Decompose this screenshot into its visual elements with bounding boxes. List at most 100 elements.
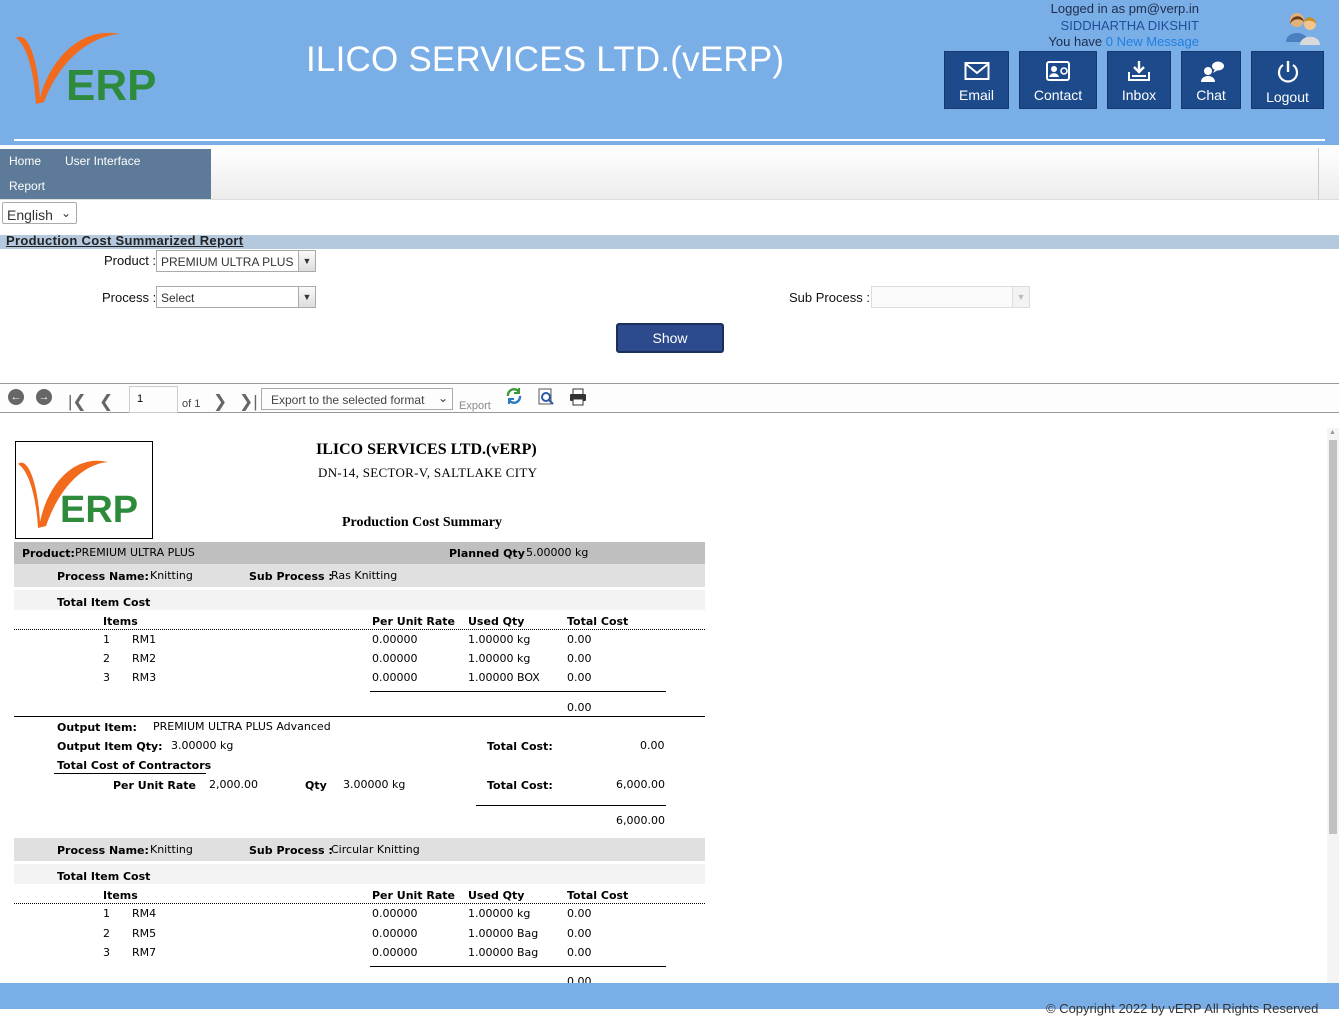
dropdown-arrow-icon[interactable]: ▼	[298, 287, 315, 307]
row-item: RM3	[132, 671, 157, 684]
process-band: Process Name: Knitting Sub Process : Ras…	[14, 564, 705, 587]
output-total-cost-label: Total Cost:	[487, 740, 553, 753]
language-select[interactable]: English ⌄	[2, 202, 77, 224]
users-icon[interactable]	[1283, 10, 1323, 46]
report-title: Production Cost Summary	[342, 515, 502, 530]
process-combo[interactable]: Select ▼	[156, 286, 316, 308]
row-rate: 0.00000	[372, 927, 418, 940]
scroll-up-icon[interactable]: ▲	[1329, 429, 1336, 436]
menu-item-home[interactable]: Home	[9, 154, 41, 168]
app-header: ERP ILICO SERVICES LTD.(vERP) Logged in …	[0, 0, 1339, 145]
row-number: 1	[103, 907, 110, 920]
user-info: Logged in as pm@verp.in SIDDHARTHA DIKSH…	[980, 1, 1199, 51]
menu-item-report[interactable]: Report	[9, 179, 45, 193]
page-number-input[interactable]: 1	[129, 386, 178, 413]
table-row: 3 RM3 0.00000 1.00000 BOX 0.00	[14, 671, 705, 690]
total-item-cost-band: Total Item Cost	[14, 864, 705, 884]
inbox-button[interactable]: Inbox	[1107, 51, 1171, 109]
next-page-icon[interactable]: ❯	[213, 392, 227, 412]
subprocess-combo[interactable]: ▼	[871, 286, 1030, 308]
row-rate: 0.00000	[372, 652, 418, 665]
sub-process-label: Sub Process :	[249, 844, 333, 857]
chevron-down-icon: ⌄	[437, 391, 448, 405]
product-label: Product :	[104, 253, 157, 268]
col-total-cost: Total Cost	[567, 615, 629, 628]
row-total: 0.00	[567, 907, 592, 920]
print-icon[interactable]	[569, 388, 587, 411]
product-combo[interactable]: PREMIUM ULTRA PLUS ▼	[156, 250, 316, 272]
logout-label: Logout	[1266, 89, 1309, 105]
logo-text: ERP	[66, 61, 156, 110]
output-total-cost-value: 0.00	[640, 739, 665, 752]
find-icon[interactable]	[537, 388, 555, 411]
row-total: 0.00	[567, 946, 592, 959]
table-row: 1 RM1 0.00000 1.00000 kg 0.00	[14, 633, 705, 652]
planned-qty-label: Planned Qty	[449, 547, 525, 560]
previous-page-icon[interactable]: ❮	[99, 392, 113, 412]
col-per-unit-rate: Per Unit Rate	[372, 615, 456, 628]
col-items: Items	[103, 615, 138, 628]
refresh-icon[interactable]	[505, 387, 523, 410]
contractor-total-label: Total Cost:	[487, 779, 553, 792]
row-item: RM4	[132, 907, 157, 920]
page-footer: © Copyright 2022 by vERP All Rights Rese…	[0, 983, 1339, 1016]
menu-item-user-interface[interactable]: User Interface	[65, 154, 140, 168]
scroll-thumb[interactable]	[1329, 440, 1337, 834]
report-address: DN-14, SECTOR-V, SALTLAKE CITY	[318, 465, 538, 480]
show-button[interactable]: Show	[616, 323, 724, 353]
inbox-download-icon	[1128, 61, 1150, 81]
process-name-label: Process Name:	[57, 844, 149, 857]
last-page-icon[interactable]: ❯|	[239, 392, 258, 412]
first-page-icon[interactable]: |❮	[68, 392, 87, 412]
chevron-down-icon: ⌄	[60, 206, 71, 220]
table-row: 3 RM7 0.00000 1.00000 Bag 0.00	[14, 946, 705, 965]
logout-button[interactable]: Logout	[1251, 51, 1324, 109]
inbox-label: Inbox	[1121, 87, 1157, 103]
product-label: Product:	[22, 547, 75, 560]
row-used-qty: 1.00000 BOX	[468, 671, 540, 684]
logged-in-prefix: Logged in as	[1050, 1, 1129, 16]
process-name-value: Knitting	[150, 569, 193, 582]
header-divider	[14, 139, 1325, 141]
row-item: RM1	[132, 633, 157, 646]
table-row: 2 RM5 0.00000 1.00000 Bag 0.00	[14, 927, 705, 946]
contractor-rate-value: 2,000.00	[209, 778, 258, 791]
row-item: RM7	[132, 946, 157, 959]
sub-process-value: Circular Knitting	[331, 843, 420, 856]
email-label: Email	[958, 87, 994, 103]
envelope-icon	[964, 62, 989, 80]
new-message-link[interactable]: 0 New Message	[1106, 34, 1199, 49]
dropdown-arrow-icon: ▼	[1012, 287, 1029, 307]
chat-button[interactable]: Chat	[1181, 51, 1241, 109]
contact-button[interactable]: Contact	[1019, 51, 1097, 109]
process-label: Process :	[102, 290, 157, 305]
row-number: 2	[103, 927, 110, 940]
report-scrollbar[interactable]: ▲ ▼	[1327, 428, 1339, 994]
contractors-label: Total Cost of Contractors	[57, 759, 212, 772]
process-name-label: Process Name:	[57, 570, 149, 583]
row-total: 0.00	[567, 671, 592, 684]
main-menu: Home User Interface Report	[0, 149, 211, 199]
app-title: ILICO SERVICES LTD.(vERP)	[306, 40, 785, 79]
total-item-cost-band: Total Item Cost	[14, 590, 705, 610]
row-number: 2	[103, 652, 110, 665]
process-band: Process Name: Knitting Sub Process : Cir…	[14, 838, 705, 861]
row-used-qty: 1.00000 kg	[468, 907, 531, 920]
export-format-select[interactable]: Export to the selected format ⌄	[261, 388, 453, 410]
col-items: Items	[103, 889, 138, 902]
table-row: 1 RM4 0.00000 1.00000 kg 0.00	[14, 907, 705, 926]
email-button[interactable]: Email	[944, 51, 1009, 109]
forward-icon[interactable]: →	[36, 389, 52, 405]
row-total: 0.00	[567, 652, 592, 665]
chat-label: Chat	[1196, 87, 1226, 103]
chat-users-icon	[1201, 61, 1224, 82]
row-item: RM2	[132, 652, 157, 665]
export-link[interactable]: Export	[459, 400, 491, 412]
row-rate: 0.00000	[372, 907, 418, 920]
power-icon	[1277, 61, 1298, 83]
row-total: 0.00	[567, 927, 592, 940]
dropdown-arrow-icon[interactable]: ▼	[298, 251, 315, 271]
product-band: Product: PREMIUM ULTRA PLUS Planned Qty …	[14, 542, 705, 564]
row-number: 3	[103, 671, 110, 684]
back-icon[interactable]: ←	[8, 389, 24, 405]
